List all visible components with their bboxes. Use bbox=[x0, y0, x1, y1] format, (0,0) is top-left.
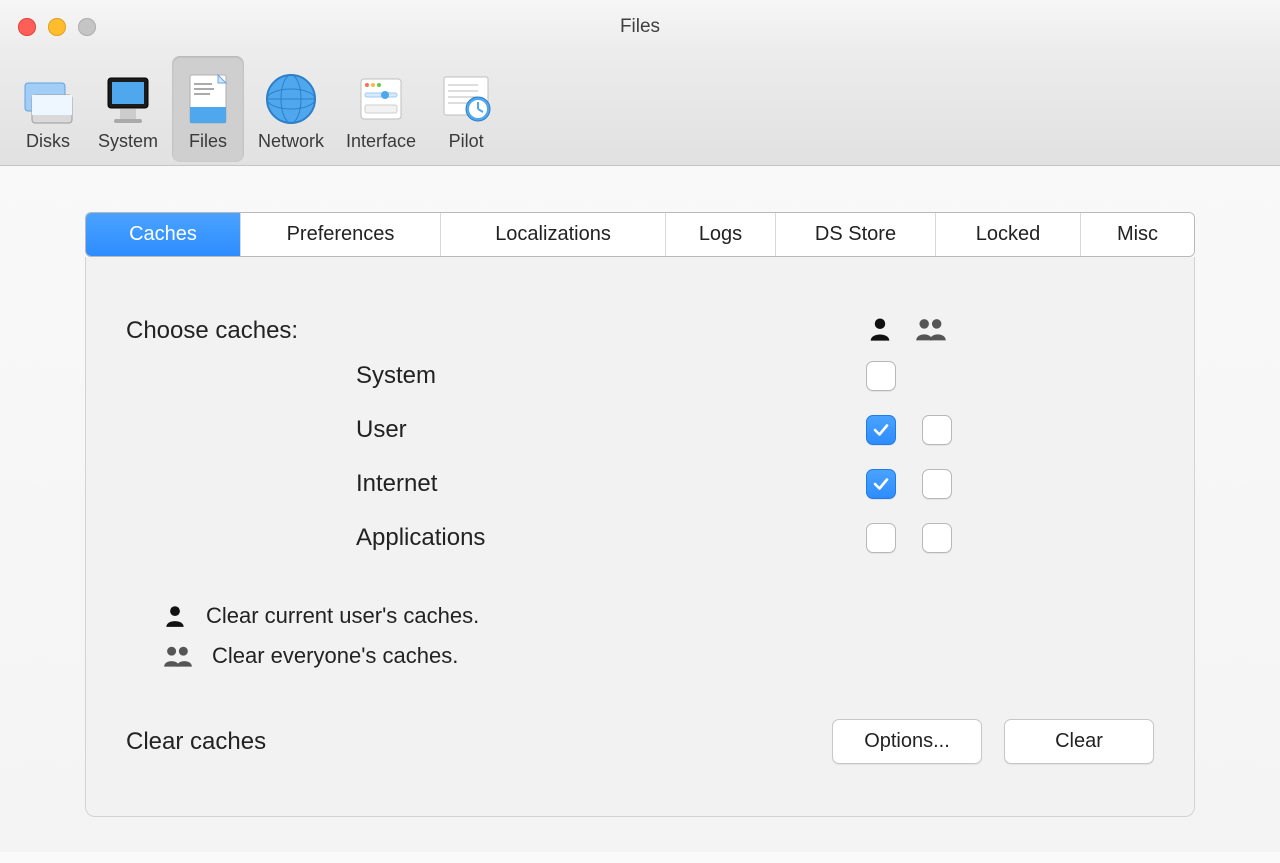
toolbar-item-network[interactable]: Network bbox=[250, 56, 332, 162]
row-label-system: System bbox=[356, 362, 866, 390]
files-icon bbox=[180, 71, 236, 127]
minimize-icon[interactable] bbox=[48, 18, 66, 36]
toolbar-item-pilot[interactable]: Pilot bbox=[430, 56, 502, 162]
content: Caches Preferences Localizations Logs DS… bbox=[0, 166, 1280, 863]
clear-button[interactable]: Clear bbox=[1004, 719, 1154, 764]
tab-logs[interactable]: Logs bbox=[666, 213, 776, 256]
interface-icon bbox=[353, 71, 409, 127]
toolbar-label: Network bbox=[258, 131, 324, 152]
checkbox-internet-user[interactable] bbox=[866, 469, 896, 499]
checkbox-user-user[interactable] bbox=[866, 415, 896, 445]
options-button[interactable]: Options... bbox=[832, 719, 982, 764]
toolbar-item-interface[interactable]: Interface bbox=[338, 56, 424, 162]
toolbar-label: Pilot bbox=[449, 131, 484, 152]
pilot-icon bbox=[438, 71, 494, 127]
toolbar-item-disks[interactable]: Disks bbox=[12, 56, 84, 162]
legend-row-everyone: Clear everyone's caches. bbox=[162, 643, 1154, 669]
toolbar-label: System bbox=[98, 131, 158, 152]
legend: Clear current user's caches. Clear every… bbox=[162, 603, 1154, 669]
tab-dsstore[interactable]: DS Store bbox=[776, 213, 936, 256]
tabbar: Caches Preferences Localizations Logs DS… bbox=[85, 212, 1195, 257]
traffic-lights bbox=[0, 18, 96, 36]
group-icon bbox=[162, 643, 194, 669]
group-icon bbox=[914, 315, 948, 343]
tab-misc[interactable]: Misc bbox=[1081, 213, 1194, 256]
tab-localizations[interactable]: Localizations bbox=[441, 213, 666, 256]
person-icon bbox=[866, 315, 894, 343]
disks-icon bbox=[20, 71, 76, 127]
tab-preferences[interactable]: Preferences bbox=[241, 213, 441, 256]
row-label-internet: Internet bbox=[356, 470, 866, 498]
person-icon bbox=[162, 603, 188, 629]
checkbox-internet-everyone[interactable] bbox=[922, 469, 952, 499]
titlebar: Files bbox=[0, 0, 1280, 53]
legend-row-user: Clear current user's caches. bbox=[162, 603, 1154, 629]
toolbar-label: Interface bbox=[346, 131, 416, 152]
close-icon[interactable] bbox=[18, 18, 36, 36]
zoom-icon[interactable] bbox=[78, 18, 96, 36]
checkbox-applications-user[interactable] bbox=[866, 523, 896, 553]
checkbox-system-user[interactable] bbox=[866, 361, 896, 391]
toolbar-item-system[interactable]: System bbox=[90, 56, 166, 162]
system-icon bbox=[100, 71, 156, 127]
toolbar-label: Files bbox=[189, 131, 227, 152]
legend-text: Clear everyone's caches. bbox=[212, 643, 458, 669]
network-icon bbox=[263, 71, 319, 127]
checkbox-applications-everyone[interactable] bbox=[922, 523, 952, 553]
window-title: Files bbox=[0, 16, 1280, 38]
toolbar: Disks System Files Network Interface Pil… bbox=[0, 53, 1280, 166]
footer: Clear caches Options... Clear bbox=[126, 719, 1154, 764]
toolbar-label: Disks bbox=[26, 131, 70, 152]
row-label-user: User bbox=[356, 416, 866, 444]
row-label-applications: Applications bbox=[356, 524, 866, 552]
checkbox-user-everyone[interactable] bbox=[922, 415, 952, 445]
toolbar-item-files[interactable]: Files bbox=[172, 56, 244, 162]
tab-locked[interactable]: Locked bbox=[936, 213, 1081, 256]
legend-text: Clear current user's caches. bbox=[206, 603, 479, 629]
clear-caches-label: Clear caches bbox=[126, 728, 266, 756]
tab-caches[interactable]: Caches bbox=[86, 213, 241, 256]
panel-caches: Choose caches: System User Internet Appl… bbox=[85, 257, 1195, 817]
